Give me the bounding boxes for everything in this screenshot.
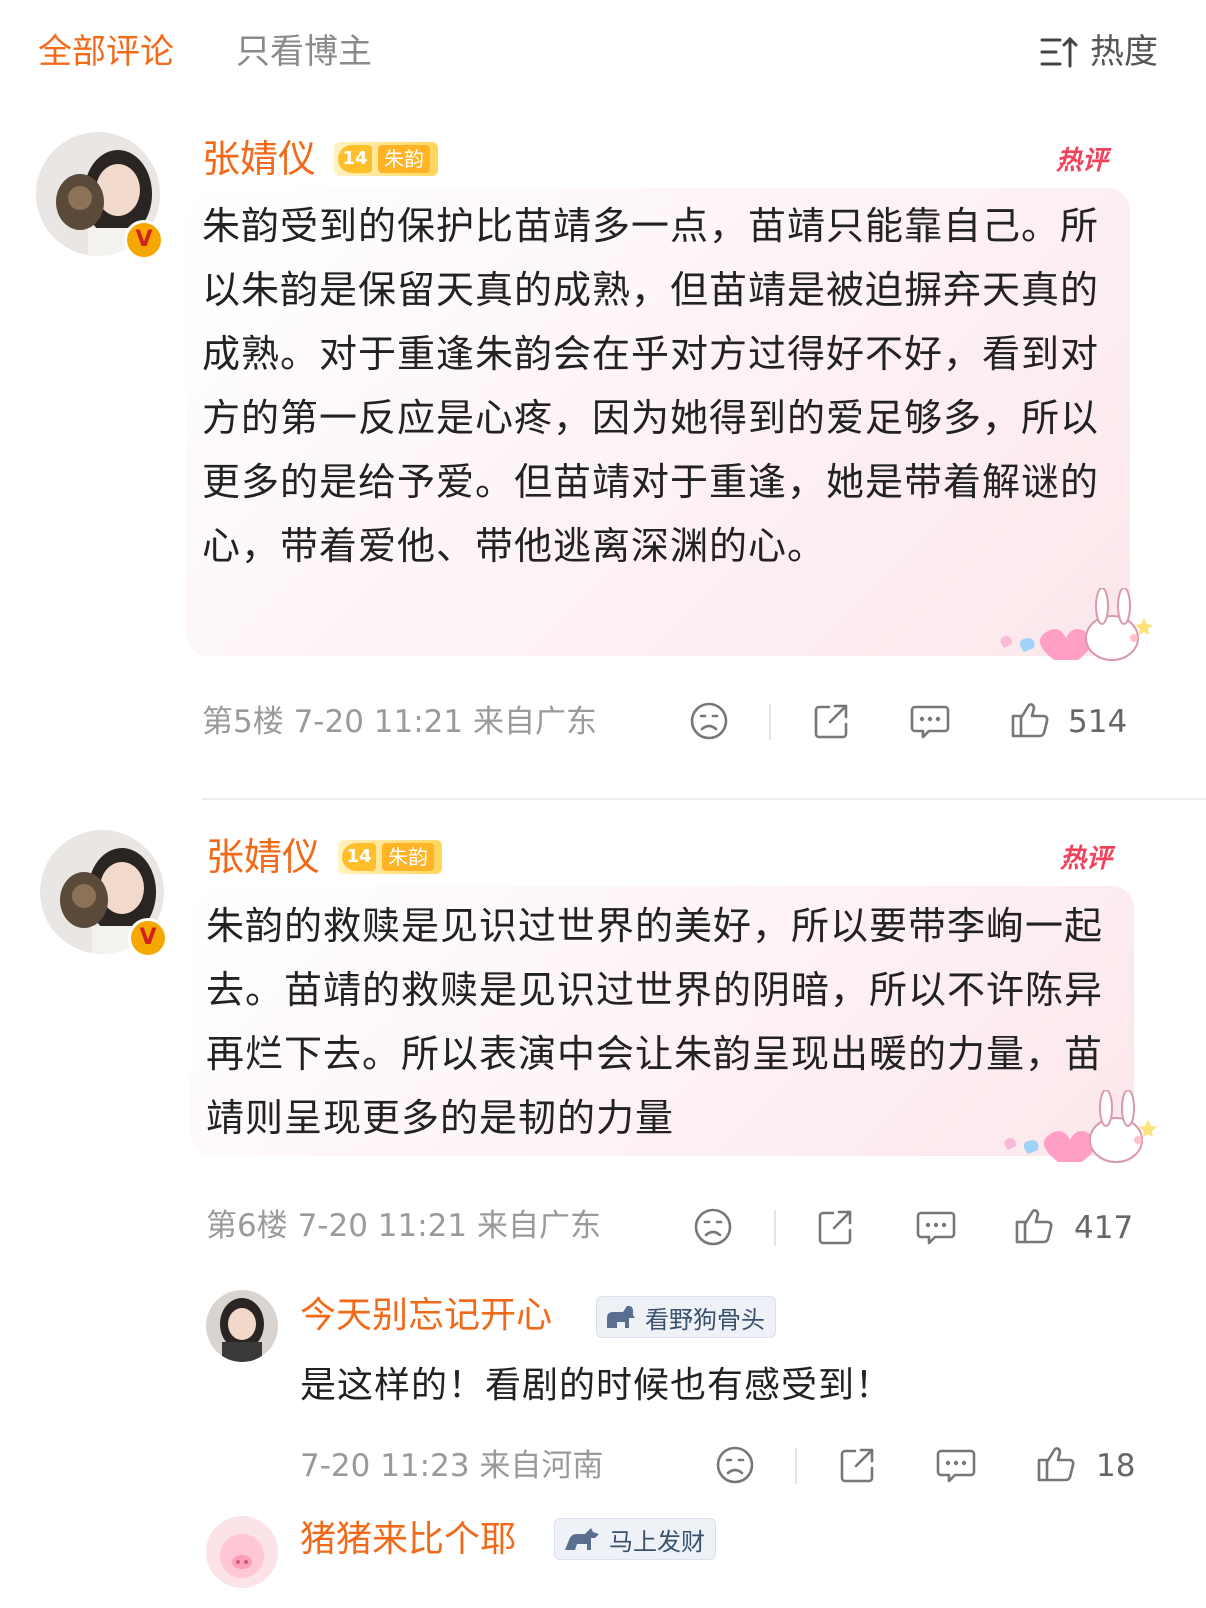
like-button[interactable]	[1008, 698, 1052, 742]
fan-level: 14	[342, 843, 376, 871]
reply-1-username[interactable]: 今天别忘记开心	[300, 1294, 552, 1338]
comment-2-meta: 第6楼 7-20 11:21 来自广东	[206, 1208, 601, 1244]
sad-face-icon	[690, 702, 728, 740]
comment-2-text[interactable]: 朱韵的救赎是见识过世界的美好，所以要带李峋一起去。苗靖的救赎是见识过世界的阴暗，…	[206, 894, 1126, 1150]
dislike-button[interactable]	[688, 700, 730, 742]
share-icon	[818, 1210, 852, 1245]
like-button[interactable]	[1034, 1442, 1078, 1486]
comment-1-text[interactable]: 朱韵受到的保护比苗靖多一点，苗靖只能靠自己。所以朱韵是保留天真的成熟，但苗靖是被…	[202, 194, 1122, 578]
comment-icon	[910, 705, 950, 739]
bunny-sticker-icon	[994, 587, 1154, 672]
tab-all-comments[interactable]: 全部评论	[38, 32, 174, 72]
thumbs-up-icon	[1011, 703, 1049, 738]
sad-face-icon	[694, 1208, 732, 1246]
comment-2-username[interactable]: 张婧仪	[206, 834, 320, 880]
reply-1-meta: 7-20 11:23 来自河南	[300, 1448, 604, 1484]
verified-v-icon: V	[124, 220, 164, 260]
comment-2-avatar[interactable]: V	[40, 830, 168, 958]
fan-group: 朱韵	[382, 843, 434, 871]
comment-icon	[916, 1211, 956, 1245]
action-separator	[795, 1448, 797, 1484]
reply-1-like-count: 18	[1096, 1448, 1136, 1484]
divider	[202, 798, 1206, 800]
thumbs-up-icon	[1015, 1209, 1053, 1244]
comment-1-like-count: 514	[1068, 704, 1128, 740]
action-separator	[774, 1210, 776, 1246]
thumbs-up-icon	[1037, 1447, 1075, 1482]
comment-2-like-count: 417	[1074, 1210, 1134, 1246]
sad-face-icon	[716, 1446, 754, 1484]
comment-2-fan-badge[interactable]: 14 朱韵	[338, 840, 442, 874]
share-icon	[840, 1448, 874, 1483]
hot-comment-badge: 热评	[1056, 146, 1109, 176]
fan-group: 朱韵	[378, 145, 430, 173]
fan-level: 14	[338, 145, 372, 173]
reply-1-avatar[interactable]	[206, 1290, 278, 1362]
dislike-button[interactable]	[692, 1206, 734, 1248]
reply-2-username[interactable]: 猪猪来比个耶	[300, 1518, 516, 1562]
comment-1-avatar[interactable]: V	[36, 132, 164, 260]
comment-1-username[interactable]: 张婧仪	[202, 136, 316, 182]
share-button[interactable]	[836, 1444, 878, 1486]
horse-icon	[565, 1528, 599, 1550]
share-button[interactable]	[814, 1206, 856, 1248]
hot-comment-badge: 热评	[1060, 844, 1113, 874]
comment-1-meta: 第5楼 7-20 11:21 来自广东	[202, 704, 597, 740]
sort-icon	[1040, 35, 1080, 69]
like-button[interactable]	[1012, 1204, 1056, 1248]
comment-icon	[936, 1449, 976, 1483]
sort-label: 热度	[1090, 32, 1158, 72]
reply-1-tag[interactable]: 看野狗骨头	[596, 1296, 776, 1338]
comment-1-fan-badge[interactable]: 14 朱韵	[334, 142, 438, 176]
reply-2-avatar[interactable]	[206, 1516, 278, 1588]
share-button[interactable]	[810, 700, 852, 742]
bunny-sticker-icon	[998, 1089, 1158, 1174]
share-icon	[814, 704, 848, 739]
tab-author-only[interactable]: 只看博主	[236, 32, 372, 72]
dislike-button[interactable]	[714, 1444, 756, 1486]
sort-button[interactable]: 热度	[1040, 32, 1158, 72]
reply-2-tag[interactable]: 马上发财	[554, 1518, 716, 1560]
reply-1-text[interactable]: 是这样的！看剧的时候也有感受到！	[300, 1364, 892, 1408]
comment-button[interactable]	[914, 1206, 958, 1248]
dog-icon	[607, 1305, 635, 1328]
action-separator	[769, 704, 771, 740]
verified-v-icon: V	[128, 918, 168, 958]
tag-label: 看野狗骨头	[645, 1305, 765, 1334]
tag-label: 马上发财	[609, 1527, 705, 1556]
comment-button[interactable]	[934, 1444, 978, 1486]
comment-button[interactable]	[908, 700, 952, 742]
